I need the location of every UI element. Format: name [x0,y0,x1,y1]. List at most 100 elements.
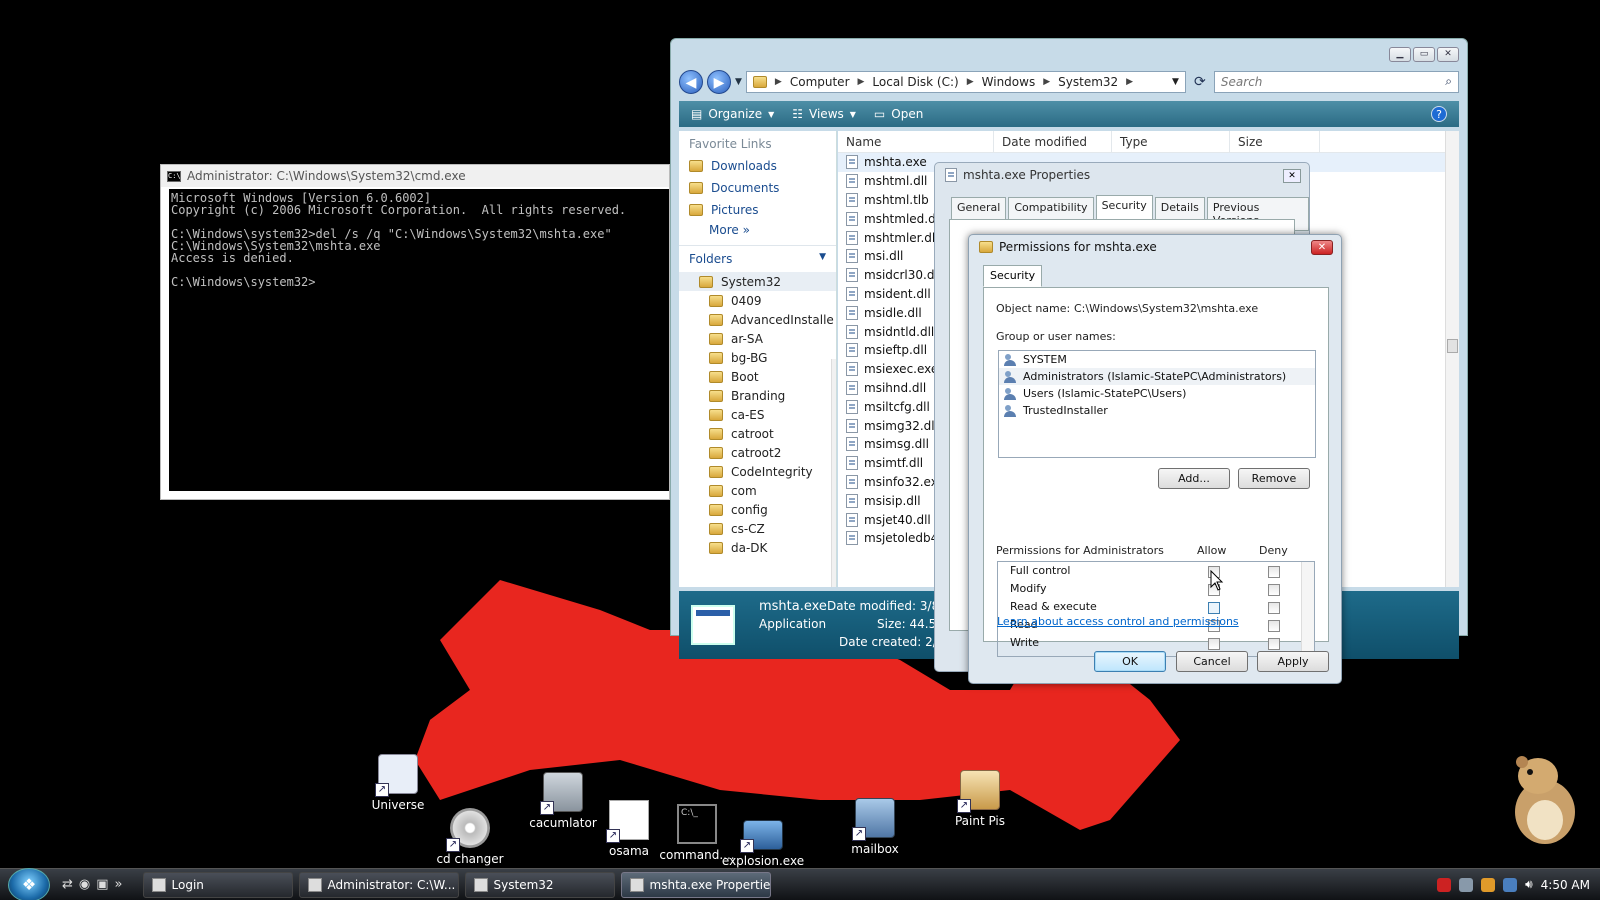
desktop-icon-universe[interactable]: ↗ Universe [353,754,443,812]
breadcrumb-local-disk[interactable]: Local Disk (C:) [872,75,958,89]
users-icon [1004,404,1018,417]
show-desktop-icon[interactable]: ⇄ [62,877,73,892]
maximize-button[interactable]: ▭ [1413,47,1435,62]
desktop-icon-explosion[interactable]: ↗ explosion.exe [718,820,808,868]
deny-checkbox[interactable] [1268,566,1280,578]
minimize-button[interactable]: ▁ [1389,47,1411,62]
permissions-dialog[interactable]: Permissions for mshta.exe ✕ Security Obj… [968,234,1342,684]
users-icon [1004,387,1018,400]
address-dropdown-icon[interactable]: ▼ [1172,77,1179,87]
network-icon[interactable] [1459,877,1474,892]
tree-item[interactable]: config [679,500,836,519]
security-alert-icon[interactable] [1437,877,1452,892]
organize-label: Organize [708,107,763,121]
desktop-icon-cd-changer[interactable]: ↗ cd changer [425,808,515,866]
group-list[interactable]: SYSTEM Administrators (Islamic-StatePC\Ad… [998,350,1316,458]
taskbar-button[interactable]: mshta.exe Properties [620,871,771,898]
tree-item[interactable]: da-DK [679,538,836,557]
group-item[interactable]: TrustedInstaller [999,402,1315,419]
organize-button[interactable]: ▤ Organize ▼ [691,107,774,121]
tree-item[interactable]: Boot [679,367,836,386]
help-icon[interactable]: ? [1431,106,1447,122]
recent-pages-dropdown-icon[interactable]: ▼ [735,77,742,87]
switch-windows-icon[interactable]: ▣ [96,877,108,892]
taskbar-button[interactable]: Login [142,871,293,898]
address-bar[interactable]: ▶ Computer ▶ Local Disk (C:) ▶ Windows ▶… [745,71,1186,93]
cancel-button[interactable]: Cancel [1176,651,1248,672]
favorite-pictures[interactable]: Pictures [679,199,836,221]
breadcrumb-system32[interactable]: System32 [1058,75,1118,89]
allow-checkbox[interactable] [1208,602,1220,614]
deny-checkbox[interactable] [1268,638,1280,650]
open-button[interactable]: ▭ Open [874,107,923,121]
close-button[interactable]: ✕ [1311,240,1333,255]
start-button[interactable]: ❖ [8,867,50,900]
favorite-documents[interactable]: Documents [679,177,836,199]
column-name[interactable]: Name [838,131,994,152]
access-control-help-link[interactable]: Learn about access control and permissio… [997,615,1239,628]
more-chevron-icon[interactable]: » [115,877,123,892]
folder-tree-scrollbar[interactable] [831,359,836,587]
file-list-scrollbar[interactable] [1445,131,1459,587]
deny-checkbox[interactable] [1268,602,1280,614]
tree-item[interactable]: AdvancedInstalle [679,310,836,329]
browser-icon[interactable]: ◉ [79,877,90,892]
views-button[interactable]: ☷ Views ▼ [792,107,856,121]
tree-item[interactable]: ar-SA [679,329,836,348]
tree-item[interactable]: CodeIntegrity [679,462,836,481]
favorite-downloads[interactable]: Downloads [679,155,836,177]
group-item[interactable]: Users (Islamic-StatePC\Users) [999,385,1315,402]
column-size[interactable]: Size [1230,131,1320,152]
properties-titlebar[interactable]: mshta.exe Properties [935,163,1309,187]
tree-item[interactable]: catroot2 [679,443,836,462]
close-button[interactable]: ✕ [1437,47,1459,62]
search-input[interactable]: Search ⌕ [1213,71,1459,93]
close-button[interactable]: ✕ [1283,169,1301,183]
cmd-titlebar[interactable]: C:\ Administrator: C:\Windows\System32\c… [161,165,669,187]
refresh-icon[interactable]: ⟳ [1190,74,1210,90]
desktop-icon-paint[interactable]: ↗ Paint Pis [935,770,1025,828]
folders-header[interactable]: Folders ▼ [679,245,836,272]
ok-button[interactable]: OK [1094,651,1166,672]
taskbar: ❖ ⇄ ◉ ▣ » Login Administrator: C:\W... Sys… [0,867,1600,900]
column-date-modified[interactable]: Date modified [994,131,1112,152]
remove-button[interactable]: Remove [1238,468,1310,489]
deny-checkbox[interactable] [1268,584,1280,596]
volume-icon[interactable]: 🔊︎ [1525,877,1533,892]
cmd-window[interactable]: C:\ Administrator: C:\Windows\System32\c… [160,164,670,500]
taskbar-button[interactable]: System32 [464,871,615,898]
breadcrumb-computer[interactable]: Computer [790,75,850,89]
tree-item[interactable]: Branding [679,386,836,405]
column-type[interactable]: Type [1112,131,1230,152]
search-icon[interactable]: ⌕ [1445,74,1452,89]
add-button[interactable]: Add... [1158,468,1230,489]
group-item[interactable]: SYSTEM [999,351,1315,368]
tree-item[interactable]: ca-ES [679,405,836,424]
deny-checkbox[interactable] [1268,620,1280,632]
allow-checkbox[interactable] [1208,638,1220,650]
search-icon[interactable] [1481,877,1496,892]
taskbar-button[interactable]: Administrator: C:\W... [298,871,459,898]
desktop-icon-mailbox[interactable]: ↗ mailbox [830,798,920,856]
tree-item[interactable]: catroot [679,424,836,443]
tree-item-system32[interactable]: System32 [679,272,836,291]
scrollbar-thumb[interactable] [1447,339,1458,353]
breadcrumb-windows[interactable]: Windows [982,75,1036,89]
tree-item[interactable]: bg-BG [679,348,836,367]
back-button[interactable]: ◀ [679,70,703,94]
tab-security[interactable]: Security [983,265,1043,287]
tree-item[interactable]: com [679,481,836,500]
permission-row: Full control [998,562,1314,580]
permissions-scrollbar[interactable] [1301,562,1314,656]
network-status-icon[interactable] [1503,877,1518,892]
tree-item[interactable]: 0409 [679,291,836,310]
clock[interactable]: 4:50 AM [1541,878,1590,892]
permissions-list: Full control Modify Read & execute Read Writ… [997,561,1315,657]
apply-button[interactable]: Apply [1257,651,1329,672]
group-item[interactable]: Administrators (Islamic-StatePC\Administ… [999,368,1315,385]
more-links[interactable]: More » [679,221,836,239]
tree-item[interactable]: cs-CZ [679,519,836,538]
permissions-titlebar[interactable]: Permissions for mshta.exe [969,235,1341,259]
cmd-console[interactable]: Microsoft Windows [Version 6.0.6002] Copy… [169,189,669,491]
forward-button[interactable]: ▶ [707,70,731,94]
